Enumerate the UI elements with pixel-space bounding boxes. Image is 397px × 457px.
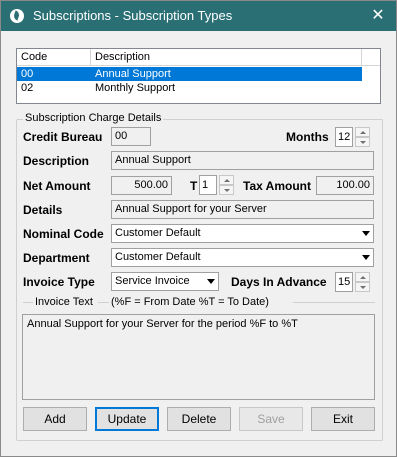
months-value[interactable]: 12 (335, 127, 353, 147)
invoice-type-select[interactable]: Service Invoice (111, 272, 219, 291)
tax-code-down-icon[interactable] (219, 185, 234, 195)
credit-bureau-field[interactable]: 00 (111, 127, 151, 146)
invoice-type-value: Service Invoice (115, 275, 190, 287)
subscription-types-window: Subscriptions - Subscription Types ✕ Cod… (0, 0, 397, 457)
chevron-down-icon[interactable] (362, 231, 370, 236)
column-header-code[interactable]: Code (17, 49, 91, 66)
nominal-code-select[interactable]: Customer Default (111, 224, 374, 243)
credit-bureau-label: Credit Bureau (23, 130, 103, 144)
days-in-advance-stepper[interactable]: 15 (335, 272, 371, 292)
update-button[interactable]: Update (95, 407, 159, 431)
close-button[interactable]: ✕ (360, 1, 396, 31)
net-amount-field[interactable]: 500.00 (111, 176, 172, 195)
group-title: Subscription Charge Details (23, 112, 164, 124)
row-code: 02 (21, 82, 34, 94)
divider (293, 302, 375, 303)
days-down-icon[interactable] (355, 282, 370, 292)
list-item[interactable]: 02 Monthly Support (17, 81, 362, 95)
nominal-code-label: Nominal Code (23, 227, 104, 241)
months-up-icon[interactable] (355, 127, 370, 137)
subscription-types-list[interactable]: Code Description 00 Annual Support 02 Mo… (16, 48, 381, 104)
department-label: Department (23, 251, 90, 265)
days-in-advance-value[interactable]: 15 (335, 272, 353, 292)
description-field[interactable]: Annual Support (111, 151, 374, 170)
list-header: Code Description (17, 49, 380, 66)
divider (23, 302, 33, 303)
months-label: Months (286, 130, 329, 144)
invoice-text-area[interactable]: Annual Support for your Server for the p… (22, 314, 375, 400)
delete-button[interactable]: Delete (167, 407, 231, 431)
row-description: Monthly Support (95, 82, 176, 94)
nominal-code-value: Customer Default (115, 227, 201, 239)
department-select[interactable]: Customer Default (111, 248, 374, 267)
invoice-text-label: Invoice Text (35, 296, 93, 308)
column-header-description[interactable]: Description (91, 49, 362, 66)
save-button[interactable]: Save (239, 407, 303, 431)
tax-amount-field[interactable]: 100.00 (316, 176, 374, 195)
details-field[interactable]: Annual Support for your Server (111, 200, 374, 219)
invoice-text-hint: (%F = From Date %T = To Date) (111, 296, 269, 308)
months-down-icon[interactable] (355, 137, 370, 147)
tax-code-up-icon[interactable] (219, 175, 234, 185)
chevron-down-icon[interactable] (207, 279, 215, 284)
description-label: Description (23, 154, 90, 168)
list-item[interactable]: 00 Annual Support (17, 67, 362, 81)
row-code: 00 (21, 68, 34, 80)
row-description: Annual Support (95, 68, 171, 80)
details-label: Details (23, 203, 63, 217)
chevron-down-icon[interactable] (362, 255, 370, 260)
tax-code-value[interactable]: 1 (199, 175, 217, 195)
net-amount-label: Net Amount (23, 179, 91, 193)
tax-code-stepper[interactable]: 1 (199, 175, 235, 195)
app-leaf-icon (10, 9, 24, 23)
divider (98, 302, 109, 303)
days-up-icon[interactable] (355, 272, 370, 282)
tax-amount-label: Tax Amount (243, 179, 311, 193)
months-stepper[interactable]: 12 (335, 127, 371, 147)
title-bar[interactable]: Subscriptions - Subscription Types ✕ (1, 1, 396, 31)
window-title: Subscriptions - Subscription Types (33, 8, 233, 23)
invoice-type-label: Invoice Type (23, 275, 95, 289)
days-in-advance-label: Days In Advance (231, 275, 327, 289)
tax-code-label: T (190, 179, 198, 193)
exit-button[interactable]: Exit (311, 407, 375, 431)
add-button[interactable]: Add (23, 407, 87, 431)
department-value: Customer Default (115, 251, 201, 263)
